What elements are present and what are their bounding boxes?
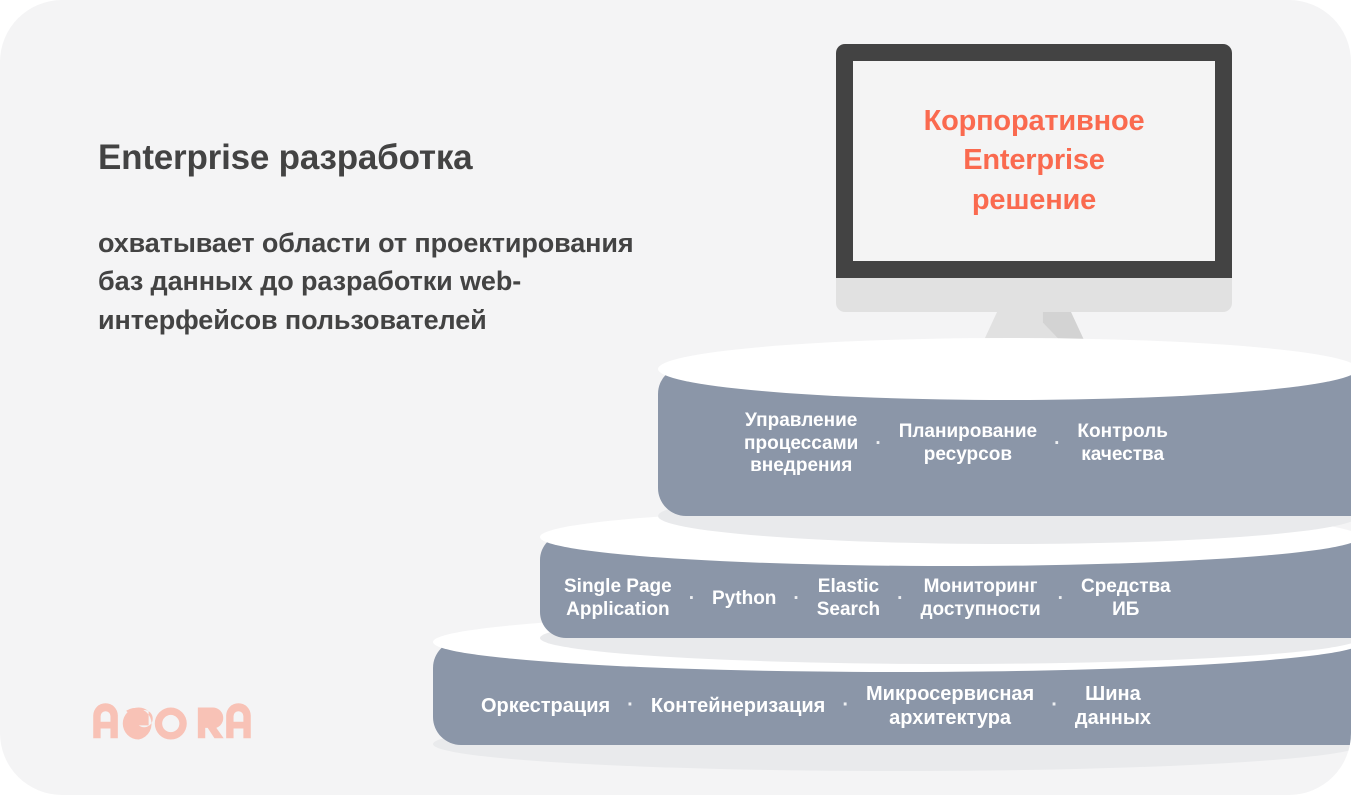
- step-label: Средства ИБ: [1081, 576, 1171, 622]
- step-label: Контроль качества: [1077, 421, 1167, 467]
- step-label: Управление процессами внедрения: [744, 410, 858, 478]
- monitor-screen-line: решение: [971, 183, 1097, 216]
- step-label-line: Elastic: [817, 576, 880, 598]
- monitor-screen-line: Enterprise: [963, 144, 1105, 177]
- step-label-line: доступности: [920, 599, 1041, 620]
- step-label: Планирование ресурсов: [899, 421, 1037, 467]
- monitor-illustration: Корпоративное Enterprise решение: [836, 44, 1232, 312]
- step-label-line: Мониторинг: [923, 576, 1038, 598]
- step-label: Микросервисная архитектура: [866, 682, 1034, 730]
- step-label-line: внедрения: [750, 455, 853, 477]
- step-label-line: данных: [1074, 706, 1152, 729]
- step-label: Контейнеризация: [651, 694, 826, 718]
- step-separator-dot: ·: [688, 588, 696, 609]
- page-subtitle: охватывает области от проектирования баз…: [98, 228, 634, 335]
- step-label-line: Средства: [1080, 576, 1171, 598]
- monitor-screen-line: Корпоративное: [923, 105, 1145, 138]
- step-label-line: процессами: [744, 432, 859, 454]
- step-label-line: Контроль: [1077, 421, 1168, 443]
- step-separator-dot: ·: [897, 588, 904, 609]
- step-label: Single Page Application: [564, 576, 672, 622]
- step-separator-dot: ·: [1057, 588, 1064, 609]
- step-top-surface: [658, 338, 1351, 400]
- step-label-line: Application: [566, 599, 670, 620]
- step-label-line: Single Page: [564, 576, 672, 598]
- step-label-line: Планирование: [898, 421, 1038, 443]
- step-label: Elastic Search: [817, 576, 880, 622]
- step-label-line: ресурсов: [923, 444, 1013, 465]
- step-label-line: Управление: [745, 409, 858, 431]
- step-label-line: ИБ: [1112, 599, 1140, 620]
- step-label-line: Python: [712, 587, 777, 609]
- stair-step-top: Управление процессами внедрения · Планирован…: [658, 338, 1351, 544]
- agora-logo-icon: [93, 703, 251, 740]
- monitor-chin: [836, 278, 1232, 312]
- step-label: Мониторинг доступности: [920, 576, 1040, 622]
- step-label-line: Контейнеризация: [650, 694, 826, 717]
- agora-logo: [92, 696, 252, 740]
- step-separator-dot: ·: [842, 694, 850, 716]
- monitor-bezel: Корпоративное Enterprise решение: [836, 44, 1232, 278]
- page-title: Enterprise разработка: [98, 138, 473, 177]
- step-label-row-middle: Single Page Application · Python · Elastic Sea…: [564, 560, 1171, 638]
- step-label: Шина данных: [1075, 682, 1151, 730]
- step-separator-dot: ·: [793, 588, 800, 609]
- step-label-row-bottom: Оркестрация · Контейнеризация · Микросервисн…: [481, 666, 1151, 745]
- step-label-row-top: Управление процессами внедрения · Планирован…: [744, 398, 1168, 490]
- step-label-line: архитектура: [889, 706, 1012, 729]
- monitor-screen: Корпоративное Enterprise решение: [853, 61, 1215, 261]
- step-label-line: Оркестрация: [481, 694, 611, 717]
- infographic-card: Enterprise разработка охватывает области…: [0, 0, 1351, 795]
- step-separator-dot: ·: [1054, 433, 1061, 454]
- step-separator-dot: ·: [1051, 694, 1058, 716]
- step-label: Оркестрация: [481, 694, 610, 718]
- step-label-line: качества: [1081, 444, 1165, 465]
- step-separator-dot: ·: [875, 433, 882, 454]
- step-label-line: Search: [816, 599, 881, 620]
- step-label-line: Микросервисная: [866, 682, 1035, 705]
- step-separator-dot: ·: [627, 694, 634, 716]
- monitor-screen-text: Корпоративное Enterprise решение: [853, 102, 1215, 219]
- step-label-line: Шина: [1085, 682, 1141, 705]
- step-label: Python: [712, 588, 776, 611]
